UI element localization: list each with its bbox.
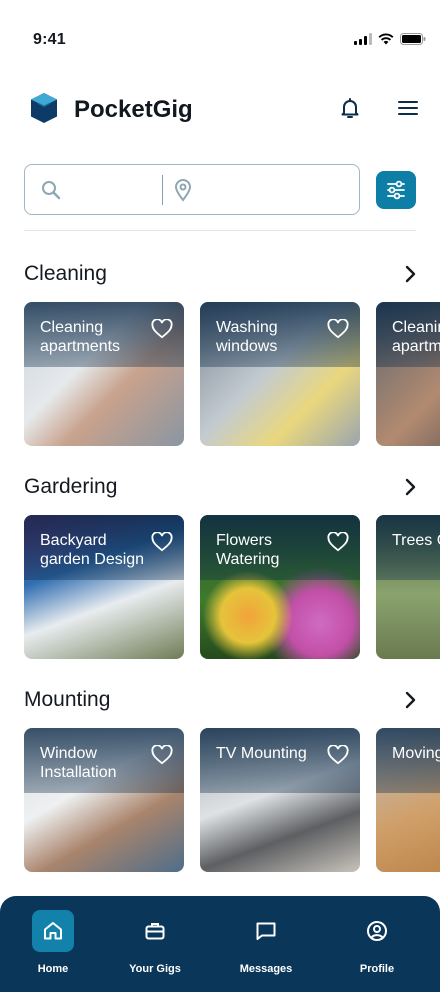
gig-card-title: Trees Cutting (392, 532, 440, 549)
gig-card-title: Backyard garden Design (40, 532, 145, 568)
cards-row: Window Installation TV Mounting Moving b… (24, 728, 440, 872)
gig-card[interactable]: Moving boxes (376, 728, 440, 872)
search-bar (24, 164, 360, 215)
status-time: 9:41 (33, 31, 66, 48)
nav-item-home[interactable]: Home (3, 910, 103, 975)
section-title: Gardering (24, 475, 118, 498)
section-title: Mounting (24, 688, 111, 711)
cards-row: Cleaning apartments Washing windows Clea… (24, 302, 440, 446)
filter-button[interactable] (376, 171, 416, 209)
nav-label: Home (37, 963, 69, 975)
wifi-icon (378, 33, 394, 45)
app-header: PocketGig (0, 88, 440, 132)
chevron-right-icon[interactable] (404, 265, 418, 283)
cards-row: Backyard garden Design Flowers Watering … (24, 515, 440, 659)
gig-card[interactable]: Cleaning apartments (24, 302, 184, 446)
gig-card[interactable]: Cleaning apartments (376, 302, 440, 446)
heart-icon[interactable] (151, 745, 173, 765)
search-input[interactable] (69, 175, 157, 205)
filter-sliders-icon (387, 180, 405, 200)
chat-icon (256, 922, 276, 940)
gig-card-title: Cleaning apartments (392, 319, 440, 355)
heart-icon[interactable] (327, 532, 349, 552)
heart-icon[interactable] (327, 319, 349, 339)
gig-card-title: TV Mounting (216, 745, 307, 762)
pocketgig-logo-icon (31, 93, 57, 123)
location-pin-icon (174, 179, 192, 202)
gig-card-title: Flowers Watering (216, 532, 280, 568)
heart-icon[interactable] (151, 319, 173, 339)
briefcase-icon (145, 923, 165, 940)
location-input[interactable] (199, 175, 349, 205)
hamburger-menu-icon[interactable] (396, 96, 420, 120)
notification-bell-icon[interactable] (338, 96, 362, 120)
section-header[interactable]: Gardering (24, 473, 420, 503)
section-title: Cleaning (24, 262, 107, 285)
battery-icon (400, 33, 426, 45)
chevron-right-icon[interactable] (404, 478, 418, 496)
gig-card[interactable]: Trees Cutting (376, 515, 440, 659)
gig-card-title: Moving boxes (392, 745, 440, 762)
status-icons (354, 33, 426, 45)
bottom-nav: Home Your Gigs Messages Profile (0, 896, 440, 992)
gig-card[interactable]: Flowers Watering (200, 515, 360, 659)
heart-icon[interactable] (327, 745, 349, 765)
heart-icon[interactable] (151, 532, 173, 552)
app-title: PocketGig (74, 96, 193, 123)
chevron-right-icon[interactable] (404, 691, 418, 709)
gig-card-title: Washing windows (216, 319, 278, 355)
section-header[interactable]: Mounting (24, 686, 420, 716)
gig-card[interactable]: Backyard garden Design (24, 515, 184, 659)
nav-label: Profile (359, 963, 395, 975)
nav-item-profile[interactable]: Profile (327, 910, 427, 975)
gig-card[interactable]: Window Installation (24, 728, 184, 872)
status-bar: 9:41 (0, 0, 440, 60)
gig-card[interactable]: TV Mounting (200, 728, 360, 872)
profile-icon (367, 921, 387, 941)
header-divider (24, 230, 416, 231)
section-header[interactable]: Cleaning (24, 260, 420, 290)
nav-label: Your Gigs (129, 963, 181, 975)
signal-icon (354, 33, 372, 45)
gig-card-title: Window Installation (40, 745, 117, 781)
nav-item-your-gigs[interactable]: Your Gigs (105, 910, 205, 975)
search-icon (42, 181, 61, 200)
nav-label: Messages (239, 963, 293, 975)
search-divider (162, 175, 163, 205)
gig-card[interactable]: Washing windows (200, 302, 360, 446)
gig-card-title: Cleaning apartments (40, 319, 121, 355)
home-icon (44, 922, 62, 940)
nav-item-messages[interactable]: Messages (216, 910, 316, 975)
